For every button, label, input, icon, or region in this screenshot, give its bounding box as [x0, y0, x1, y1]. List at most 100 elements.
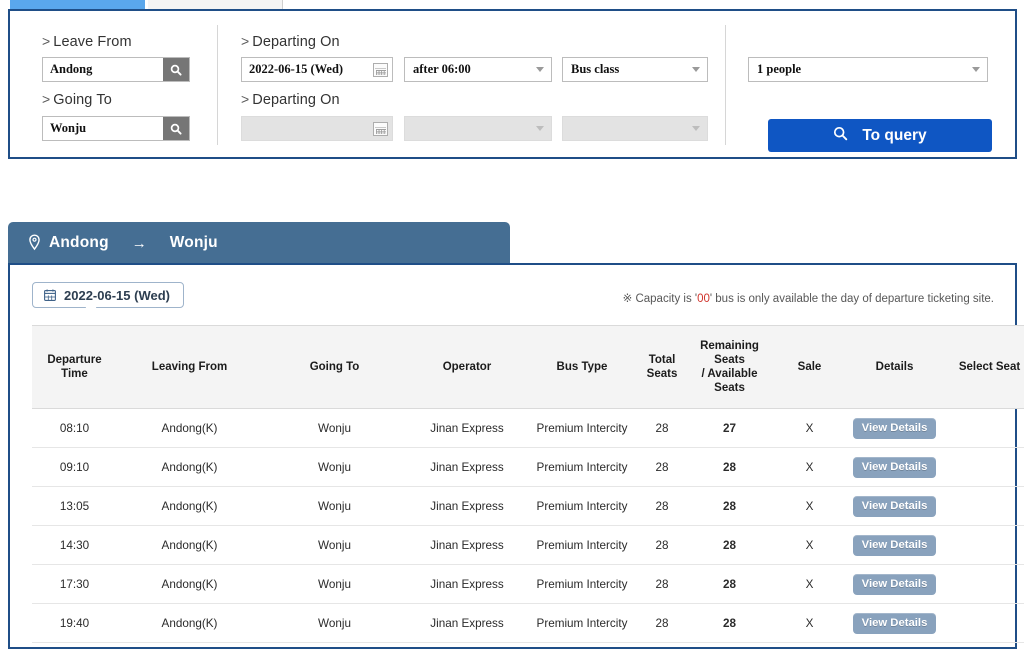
- cell-bus-type: Premium Intercity: [527, 564, 637, 605]
- chevron-down-icon: [536, 126, 544, 131]
- departure-date-value: 2022-06-15 (Wed): [249, 62, 344, 76]
- panel-divider-2: [725, 25, 726, 145]
- going-to-input[interactable]: Wonju: [42, 116, 190, 141]
- cell-select-seat: [942, 486, 1024, 527]
- going-to-search-icon[interactable]: [163, 117, 189, 140]
- cell-select-seat: [942, 525, 1024, 566]
- cell-details: View Details: [847, 447, 942, 488]
- arrow-right-icon: →: [131, 234, 147, 252]
- search-icon: [833, 126, 848, 146]
- departure-time-select[interactable]: after 06:00: [404, 57, 552, 82]
- table-row: 08:10 Andong(K) Wonju Jinan Express Premium …: [32, 408, 1024, 449]
- bus-class-value: Bus class: [571, 62, 620, 76]
- cell-departure-time: 09:10: [32, 447, 117, 488]
- cell-departure-time: 08:10: [32, 408, 117, 449]
- cell-leaving-from: Andong(K): [117, 408, 262, 449]
- cell-details: View Details: [847, 603, 942, 644]
- to-query-button[interactable]: To query: [768, 119, 992, 152]
- departure-time-value: after 06:00: [413, 62, 471, 76]
- route-destination: Wonju: [169, 234, 218, 251]
- cell-total-seats: 28: [637, 486, 687, 527]
- view-details-button[interactable]: View Details: [852, 573, 937, 595]
- view-details-button[interactable]: View Details: [852, 417, 937, 439]
- col-operator: Operator: [407, 324, 527, 410]
- cell-details: View Details: [847, 408, 942, 449]
- cell-select-seat: [942, 603, 1024, 644]
- cell-operator: Jinan Express: [407, 603, 527, 644]
- leave-from-search-icon[interactable]: [163, 58, 189, 81]
- passenger-count-select[interactable]: 1 people: [748, 57, 988, 82]
- return-date-input: [241, 116, 393, 141]
- search-panel: > Leave From Andong > Going To Wonju > D…: [8, 9, 1017, 159]
- tab-2[interactable]: [148, 0, 283, 9]
- cell-leaving-from: Andong(K): [117, 447, 262, 488]
- cell-bus-type: Premium Intercity: [527, 408, 637, 449]
- route-header: Andong → Wonju: [8, 222, 510, 264]
- cell-operator: Jinan Express: [407, 564, 527, 605]
- col-bus-type: Bus Type: [527, 324, 637, 410]
- view-details-button[interactable]: View Details: [852, 495, 937, 517]
- going-to-label: > Going To: [42, 91, 112, 108]
- chevron-down-icon: [972, 67, 980, 72]
- cell-sale: X: [772, 486, 847, 527]
- route-origin: Andong: [49, 234, 109, 251]
- cell-operator: Jinan Express: [407, 447, 527, 488]
- cell-details: View Details: [847, 564, 942, 605]
- bus-class-select[interactable]: Bus class: [562, 57, 708, 82]
- view-details-button[interactable]: View Details: [852, 456, 937, 478]
- chevron-down-icon: [692, 67, 700, 72]
- cell-select-seat: [942, 447, 1024, 488]
- view-details-button[interactable]: View Details: [852, 534, 937, 556]
- cell-sale: X: [772, 525, 847, 566]
- cell-bus-type: Premium Intercity: [527, 447, 637, 488]
- location-pin-icon: [28, 234, 41, 256]
- going-to-value: Wonju: [50, 121, 87, 135]
- cell-sale: X: [772, 447, 847, 488]
- results-panel: 2022-06-15 (Wed) ※ Capacity is '00' bus …: [8, 263, 1024, 649]
- cell-total-seats: 28: [637, 603, 687, 644]
- cell-going-to: Wonju: [262, 486, 407, 527]
- col-departure-time: Departure Time: [32, 324, 117, 410]
- cell-details: View Details: [847, 525, 942, 566]
- cell-remaining-seats: 28: [687, 447, 772, 488]
- cell-departure-time: 13:05: [32, 486, 117, 527]
- chevron-down-icon: [536, 67, 544, 72]
- cell-remaining-seats: 28: [687, 564, 772, 605]
- cell-sale: X: [772, 408, 847, 449]
- table-row: 09:10 Andong(K) Wonju Jinan Express Premium …: [32, 447, 1024, 488]
- cell-operator: Jinan Express: [407, 525, 527, 566]
- cell-bus-type: Premium Intercity: [527, 603, 637, 644]
- view-details-button[interactable]: View Details: [852, 612, 937, 634]
- cell-total-seats: 28: [637, 525, 687, 566]
- cell-select-seat: [942, 408, 1024, 449]
- cell-sale: X: [772, 603, 847, 644]
- return-bus-class-select: [562, 116, 708, 141]
- browser-tab-strip: [0, 0, 1024, 9]
- cell-leaving-from: Andong(K): [117, 486, 262, 527]
- cell-going-to: Wonju: [262, 564, 407, 605]
- col-going-to: Going To: [262, 324, 407, 410]
- cell-operator: Jinan Express: [407, 408, 527, 449]
- chevron-right-icon: >: [42, 33, 51, 49]
- cell-going-to: Wonju: [262, 408, 407, 449]
- to-query-label: To query: [862, 126, 927, 144]
- calendar-icon[interactable]: [373, 62, 388, 77]
- schedule-table: Departure Time Leaving From Going To Oper…: [32, 324, 1024, 644]
- calendar-icon: [373, 121, 388, 136]
- departure-date-input[interactable]: 2022-06-15 (Wed): [241, 57, 393, 82]
- panel-divider-1: [217, 25, 218, 145]
- tab-1[interactable]: [10, 0, 145, 9]
- table-row: 17:30 Andong(K) Wonju Jinan Express Premium …: [32, 564, 1024, 605]
- leave-from-input[interactable]: Andong: [42, 57, 190, 82]
- cell-going-to: Wonju: [262, 525, 407, 566]
- cell-total-seats: 28: [637, 408, 687, 449]
- cell-leaving-from: Andong(K): [117, 603, 262, 644]
- table-row: 14:30 Andong(K) Wonju Jinan Express Premium …: [32, 525, 1024, 566]
- col-sale: Sale: [772, 324, 847, 410]
- chevron-down-icon: [692, 126, 700, 131]
- cell-remaining-seats: 28: [687, 603, 772, 644]
- departing-on-2-label: > Departing On: [241, 91, 340, 108]
- selected-date-chip[interactable]: 2022-06-15 (Wed): [32, 282, 184, 308]
- col-details: Details: [847, 324, 942, 410]
- col-remaining-seats: Remaining Seats / Available Seats: [687, 324, 772, 410]
